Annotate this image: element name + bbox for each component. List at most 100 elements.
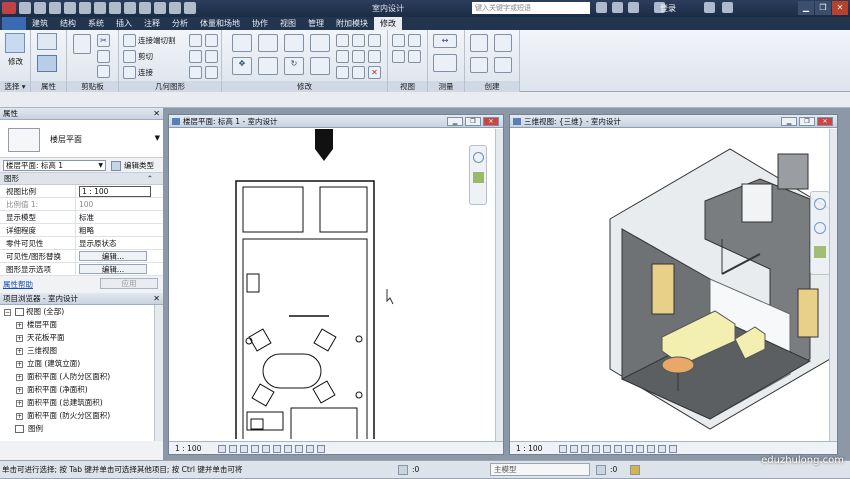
panel-select-label[interactable]: 选择 ▾ bbox=[0, 81, 30, 92]
tree-item-legends[interactable]: 图例 bbox=[0, 422, 163, 435]
render-icon[interactable] bbox=[602, 445, 611, 453]
create-parts-icon[interactable] bbox=[494, 34, 512, 52]
text-icon[interactable] bbox=[109, 2, 121, 14]
tree-item-ceiling-plans[interactable]: + 天花板平面 bbox=[0, 331, 163, 344]
split-icon[interactable] bbox=[336, 34, 349, 47]
view-scale[interactable]: 1 : 100 bbox=[516, 444, 542, 453]
detail-level-icon[interactable] bbox=[558, 445, 567, 453]
highlight-displacement-icon[interactable] bbox=[316, 445, 325, 453]
design-option-select[interactable]: 主模型 bbox=[490, 463, 590, 476]
pin-icon[interactable] bbox=[368, 50, 381, 63]
apply-button[interactable]: 应用 bbox=[100, 278, 158, 289]
graphics-section-header[interactable]: 图形 ⌃ bbox=[0, 173, 163, 185]
thin-lines-icon[interactable] bbox=[154, 2, 166, 14]
tab-view[interactable]: 视图 bbox=[274, 17, 302, 30]
plan-vertical-scrollbar[interactable] bbox=[495, 129, 503, 442]
hide-icon[interactable] bbox=[392, 34, 405, 47]
wall-joins-icon[interactable] bbox=[189, 50, 202, 63]
3d-vertical-scrollbar[interactable] bbox=[829, 129, 837, 442]
paint-icon[interactable] bbox=[205, 34, 218, 47]
instance-filter-select[interactable]: 楼层平面: 标高 1 ▼ bbox=[3, 160, 106, 171]
offset-icon[interactable] bbox=[258, 34, 278, 52]
mirror-draw-icon[interactable] bbox=[310, 34, 330, 52]
reveal-hidden-icon[interactable] bbox=[657, 445, 666, 453]
3d-view-icon[interactable] bbox=[124, 2, 136, 14]
override-icon[interactable] bbox=[408, 34, 421, 47]
match-icon[interactable] bbox=[97, 65, 110, 78]
linework-icon[interactable] bbox=[392, 50, 405, 63]
move-icon[interactable]: ✥ bbox=[232, 57, 252, 75]
gap-icon[interactable] bbox=[352, 34, 365, 47]
filter-icon[interactable] bbox=[630, 465, 640, 475]
copy-element-icon[interactable] bbox=[258, 57, 278, 75]
floor-plan-view[interactable]: 楼层平面: 标高 1 - 室内设计 ▁ ❐ ✕ 1 : 100 bbox=[168, 114, 504, 455]
scale-icon[interactable] bbox=[352, 50, 365, 63]
shadows-icon[interactable] bbox=[250, 445, 259, 453]
close-icon[interactable]: ✕ bbox=[832, 1, 848, 15]
edit-type-icon[interactable] bbox=[111, 161, 121, 171]
paste-icon[interactable] bbox=[73, 34, 91, 54]
minimize-icon[interactable]: ▁ bbox=[447, 117, 463, 126]
tree-item-elevations[interactable]: + 立面 (建筑立面) bbox=[0, 357, 163, 370]
crop-icon[interactable] bbox=[613, 445, 622, 453]
star-icon[interactable] bbox=[628, 2, 639, 13]
tree-item-area-net[interactable]: + 面积平面 (净面积) bbox=[0, 383, 163, 396]
tree-item-3d-views[interactable]: + 三维视图 bbox=[0, 344, 163, 357]
show-crop-icon[interactable] bbox=[272, 445, 281, 453]
minimize-icon[interactable]: ▁ bbox=[781, 117, 797, 126]
demolish-icon[interactable] bbox=[205, 50, 218, 63]
type-selector[interactable]: 楼层平面 ▼ bbox=[0, 120, 163, 158]
temporary-hide-icon[interactable] bbox=[283, 445, 292, 453]
exchange-icon[interactable] bbox=[704, 2, 715, 13]
lock-3d-icon[interactable] bbox=[635, 445, 644, 453]
view-scale-input[interactable]: 1 : 100 bbox=[79, 186, 151, 197]
edit-type-button[interactable]: 编辑类型 bbox=[124, 160, 154, 171]
browser-scrollbar[interactable] bbox=[154, 305, 163, 441]
tab-analyze[interactable]: 分析 bbox=[166, 17, 194, 30]
zoom-icon[interactable] bbox=[473, 172, 484, 183]
close-icon[interactable]: ✕ bbox=[153, 293, 160, 305]
tree-item-area-fire[interactable]: + 面积平面 (防火分区面积) bbox=[0, 409, 163, 422]
modify-arrow-icon[interactable] bbox=[5, 33, 25, 53]
worksets-icon[interactable] bbox=[398, 465, 408, 475]
type-properties-icon[interactable] bbox=[37, 55, 57, 72]
create-group-icon[interactable] bbox=[470, 57, 488, 73]
redo-icon[interactable] bbox=[64, 2, 76, 14]
floor-plan-drawing[interactable] bbox=[169, 129, 489, 439]
crop-icon[interactable] bbox=[261, 445, 270, 453]
pencil-icon[interactable] bbox=[408, 50, 421, 63]
modify-button-label[interactable]: 修改 bbox=[8, 56, 23, 67]
switch-windows-icon[interactable] bbox=[184, 2, 196, 14]
tab-insert[interactable]: 插入 bbox=[110, 17, 138, 30]
cut-icon[interactable]: ✂ bbox=[97, 34, 110, 47]
restore-icon[interactable]: ❐ bbox=[799, 117, 815, 126]
dimension-icon[interactable] bbox=[433, 54, 457, 72]
geometry-cut-icon[interactable] bbox=[123, 50, 136, 63]
analytical-model-icon[interactable] bbox=[305, 445, 314, 453]
save-icon[interactable] bbox=[34, 2, 46, 14]
visual-style-icon[interactable] bbox=[569, 445, 578, 453]
help-icon[interactable] bbox=[722, 2, 733, 13]
properties-icon[interactable] bbox=[37, 33, 57, 50]
create-similar-icon[interactable] bbox=[494, 57, 512, 73]
rotate-icon[interactable]: ↻ bbox=[284, 57, 304, 75]
sun-path-icon[interactable] bbox=[239, 445, 248, 453]
tab-annotate[interactable]: 注释 bbox=[138, 17, 166, 30]
tree-item-views[interactable]: − 视图 (全部) bbox=[0, 305, 163, 318]
binoculars-icon[interactable] bbox=[596, 2, 607, 13]
editable-only-icon[interactable] bbox=[596, 465, 606, 475]
steering-wheel-icon[interactable] bbox=[814, 222, 826, 234]
tab-manage[interactable]: 管理 bbox=[302, 17, 330, 30]
join-icon[interactable] bbox=[123, 66, 136, 79]
mirror-axis-icon[interactable] bbox=[284, 34, 304, 52]
view-cube-icon[interactable] bbox=[814, 198, 826, 210]
temporary-hide-icon[interactable] bbox=[646, 445, 655, 453]
open-icon[interactable] bbox=[19, 2, 31, 14]
align-icon[interactable] bbox=[232, 34, 252, 52]
tree-item-floor-plans[interactable]: + 楼层平面 bbox=[0, 318, 163, 331]
minimize-icon[interactable]: ▁ bbox=[798, 1, 814, 15]
measure-icon[interactable] bbox=[94, 2, 106, 14]
extend-icon[interactable] bbox=[352, 66, 365, 79]
tab-massing[interactable]: 体量和场地 bbox=[194, 17, 246, 30]
array-icon[interactable] bbox=[336, 50, 349, 63]
